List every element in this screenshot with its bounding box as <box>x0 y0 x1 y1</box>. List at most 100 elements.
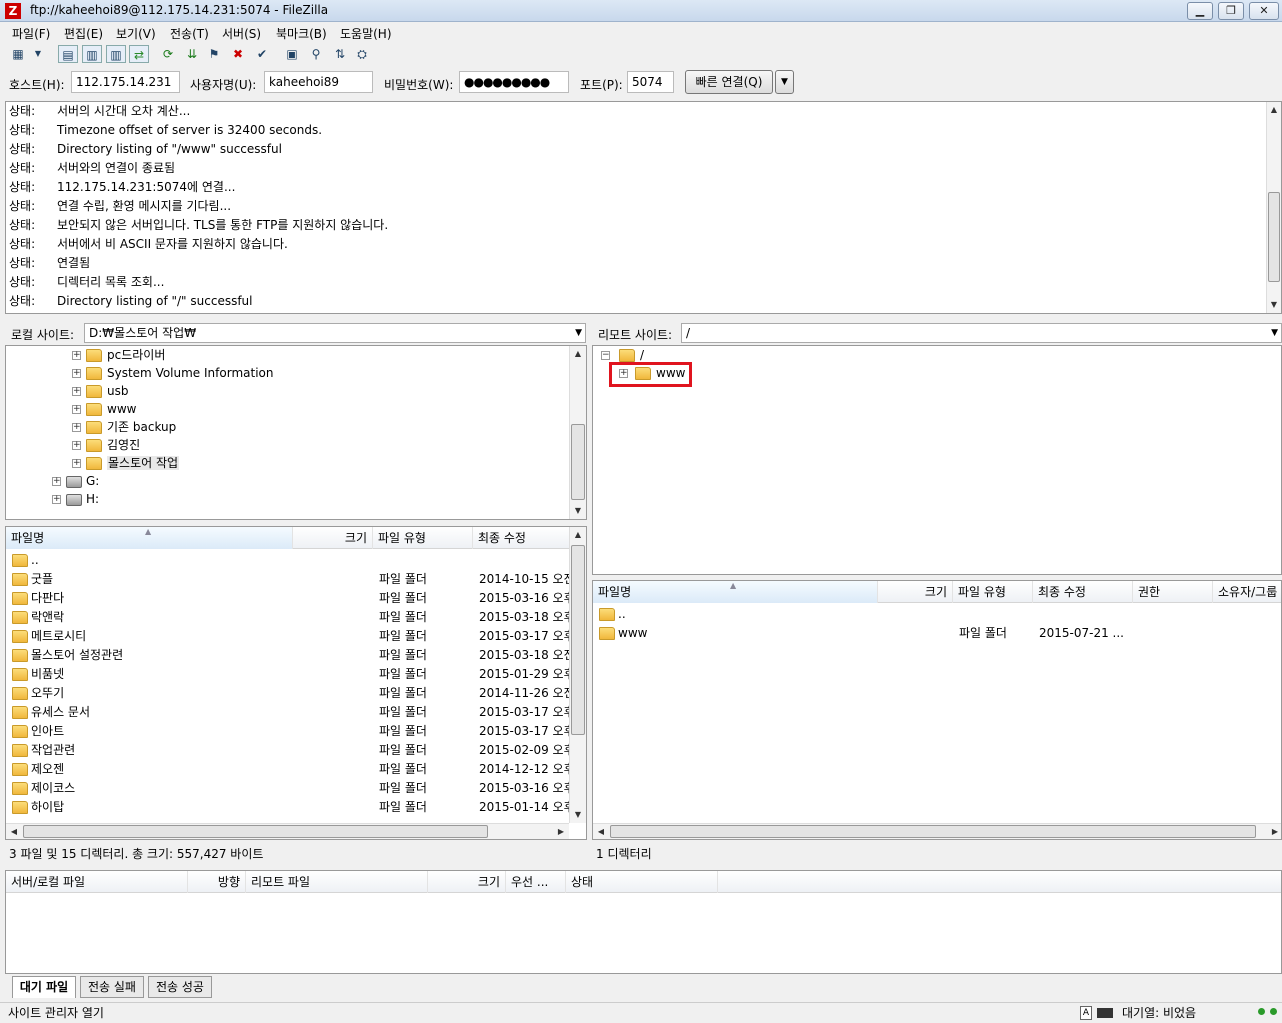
scroll-thumb[interactable] <box>571 424 585 500</box>
tab-queued-files[interactable]: 대기 파일 <box>12 976 76 998</box>
column-filename[interactable]: 파일명 ▲ <box>593 581 878 603</box>
column-size[interactable]: 크기 <box>878 581 953 603</box>
column-size[interactable]: 크기 <box>428 871 506 893</box>
column-remote-file[interactable]: 리모트 파일 <box>246 871 428 893</box>
column-permissions[interactable]: 권한 <box>1133 581 1213 603</box>
local-file-row[interactable]: 제오젠 파일 폴더 2014-12-12 오후 <box>6 760 569 779</box>
remote-list-hscrollbar[interactable]: ◀ ▶ <box>593 823 1281 839</box>
column-status[interactable]: 상태 <box>566 871 718 893</box>
expand-icon[interactable]: + <box>72 423 81 432</box>
scroll-thumb[interactable] <box>1268 192 1280 282</box>
local-file-row[interactable]: 제이코스 파일 폴더 2015-03-16 오후 <box>6 779 569 798</box>
scroll-left-icon[interactable]: ◀ <box>593 824 609 839</box>
local-file-row[interactable]: 락앤락 파일 폴더 2015-03-18 오후 <box>6 608 569 627</box>
password-input[interactable]: ●●●●●●●●● <box>459 71 569 93</box>
host-input[interactable]: 112.175.14.231 <box>71 71 180 93</box>
local-tree-node[interactable]: + 기존 backup <box>70 418 176 436</box>
scroll-up-icon[interactable]: ▲ <box>570 346 586 362</box>
column-direction[interactable]: 방향 <box>188 871 246 893</box>
scroll-up-icon[interactable]: ▲ <box>1267 102 1281 118</box>
local-list-scrollbar[interactable]: ▲ ▼ <box>569 527 586 823</box>
expand-icon[interactable]: + <box>52 495 61 504</box>
menu-server[interactable]: 서버(S) <box>222 25 261 42</box>
column-modified[interactable]: 최종 수정 <box>1033 581 1133 603</box>
column-type[interactable]: 파일 유형 <box>953 581 1033 603</box>
local-file-row[interactable]: 다판다 파일 폴더 2015-03-16 오후 <box>6 589 569 608</box>
local-file-row[interactable]: .. <box>6 551 569 570</box>
scroll-left-icon[interactable]: ◀ <box>6 824 22 839</box>
expand-icon[interactable]: + <box>72 405 81 414</box>
toggle-log-icon[interactable]: ▤ <box>58 45 78 63</box>
chevron-down-icon[interactable]: ▼ <box>575 326 582 340</box>
local-list-hscrollbar[interactable]: ◀ ▶ <box>6 823 569 839</box>
close-button[interactable]: ✕ <box>1249 2 1279 20</box>
expand-icon[interactable]: + <box>52 477 61 486</box>
port-input[interactable]: 5074 <box>627 71 674 93</box>
process-queue-icon[interactable]: ⇊ <box>182 45 202 63</box>
maximize-button[interactable]: ❐ <box>1218 2 1244 20</box>
local-tree-drive[interactable]: + H: <box>50 490 99 508</box>
remote-path-combo[interactable]: / ▼ <box>681 323 1282 343</box>
remote-file-row[interactable]: .. <box>593 605 1281 624</box>
local-tree-node[interactable]: + pc드라이버 <box>70 346 165 364</box>
scroll-right-icon[interactable]: ▶ <box>1267 824 1281 839</box>
username-input[interactable]: kaheehoi89 <box>264 71 373 93</box>
synchronized-browsing-icon[interactable]: ⇅ <box>330 45 350 63</box>
local-tree-node[interactable]: + 김영진 <box>70 436 140 454</box>
local-file-row[interactable]: 비품넷 파일 폴더 2015-01-29 오후 <box>6 665 569 684</box>
toggle-local-tree-icon[interactable]: ▥ <box>82 45 102 63</box>
menu-file[interactable]: 파일(F) <box>12 25 50 42</box>
local-path-combo[interactable]: D:₩몰스토어 작업₩ ▼ <box>84 323 586 343</box>
expand-icon[interactable]: + <box>72 351 81 360</box>
minimize-button[interactable]: ▁ <box>1187 2 1213 20</box>
column-size[interactable]: 크기 <box>293 527 373 549</box>
compare-directories-icon[interactable]: ⚲ <box>306 45 326 63</box>
local-file-row[interactable]: 유세스 문서 파일 폴더 2015-03-17 오후 <box>6 703 569 722</box>
tab-failed-transfers[interactable]: 전송 실패 <box>80 976 144 998</box>
column-type[interactable]: 파일 유형 <box>373 527 473 549</box>
toggle-remote-tree-icon[interactable]: ▥ <box>106 45 126 63</box>
remote-file-row[interactable]: www 파일 폴더 2015-07-21 ... <box>593 624 1281 643</box>
local-tree-node[interactable]: + usb <box>70 382 128 400</box>
local-file-row[interactable]: 메트로시티 파일 폴더 2015-03-17 오후 <box>6 627 569 646</box>
scroll-thumb[interactable] <box>23 825 488 838</box>
menu-transfer[interactable]: 전송(T) <box>170 25 209 42</box>
local-file-row[interactable]: 굿플 파일 폴더 2014-10-15 오전 <box>6 570 569 589</box>
column-server-local-file[interactable]: 서버/로컬 파일 <box>6 871 188 893</box>
toggle-queue-icon[interactable]: ⇄ <box>129 45 149 63</box>
local-tree-drive[interactable]: + G: <box>50 472 99 490</box>
local-tree-node[interactable]: + System Volume Information <box>70 364 273 382</box>
refresh-icon[interactable]: ⟳ <box>158 45 178 63</box>
site-manager-dropdown-icon[interactable]: ▼ <box>32 45 44 63</box>
site-manager-icon[interactable]: ▦ <box>8 45 28 63</box>
disconnect-icon[interactable]: ✖ <box>228 45 248 63</box>
directory-listing-filter-icon[interactable]: ▣ <box>282 45 302 63</box>
scroll-thumb[interactable] <box>571 545 585 735</box>
log-scrollbar[interactable]: ▲ ▼ <box>1266 102 1281 313</box>
expand-icon[interactable]: + <box>72 369 81 378</box>
reconnect-icon[interactable]: ✔ <box>252 45 272 63</box>
quickconnect-button[interactable]: 빠른 연결(Q) <box>685 70 773 94</box>
quickconnect-history-dropdown[interactable]: ▼ <box>775 70 794 94</box>
menu-help[interactable]: 도움말(H) <box>340 25 392 42</box>
column-modified[interactable]: 최종 수정 <box>473 527 573 549</box>
local-file-row[interactable]: 하이탑 파일 폴더 2015-01-14 오후 <box>6 798 569 817</box>
scroll-down-icon[interactable]: ▼ <box>1267 297 1281 313</box>
scroll-right-icon[interactable]: ▶ <box>553 824 569 839</box>
column-owner-group[interactable]: 소유자/그룹 <box>1213 581 1281 603</box>
tab-successful-transfers[interactable]: 전송 성공 <box>148 976 212 998</box>
expand-icon[interactable]: + <box>72 441 81 450</box>
local-file-row[interactable]: 몰스토어 설정관련 파일 폴더 2015-03-18 오전 <box>6 646 569 665</box>
expand-icon[interactable]: + <box>72 387 81 396</box>
menu-bookmarks[interactable]: 북마크(B) <box>276 25 327 42</box>
local-file-row[interactable]: 작업관련 파일 폴더 2015-02-09 오후 <box>6 741 569 760</box>
search-remote-icon[interactable]: ⛭ <box>352 45 372 63</box>
scroll-down-icon[interactable]: ▼ <box>570 807 586 823</box>
chevron-down-icon[interactable]: ▼ <box>1271 326 1278 340</box>
cancel-operation-icon[interactable]: ⚑ <box>204 45 224 63</box>
scroll-down-icon[interactable]: ▼ <box>570 503 586 519</box>
scroll-up-icon[interactable]: ▲ <box>570 527 586 543</box>
column-priority[interactable]: 우선 ... <box>506 871 566 893</box>
local-file-row[interactable]: 인아트 파일 폴더 2015-03-17 오후 <box>6 722 569 741</box>
collapse-icon[interactable]: − <box>601 351 610 360</box>
